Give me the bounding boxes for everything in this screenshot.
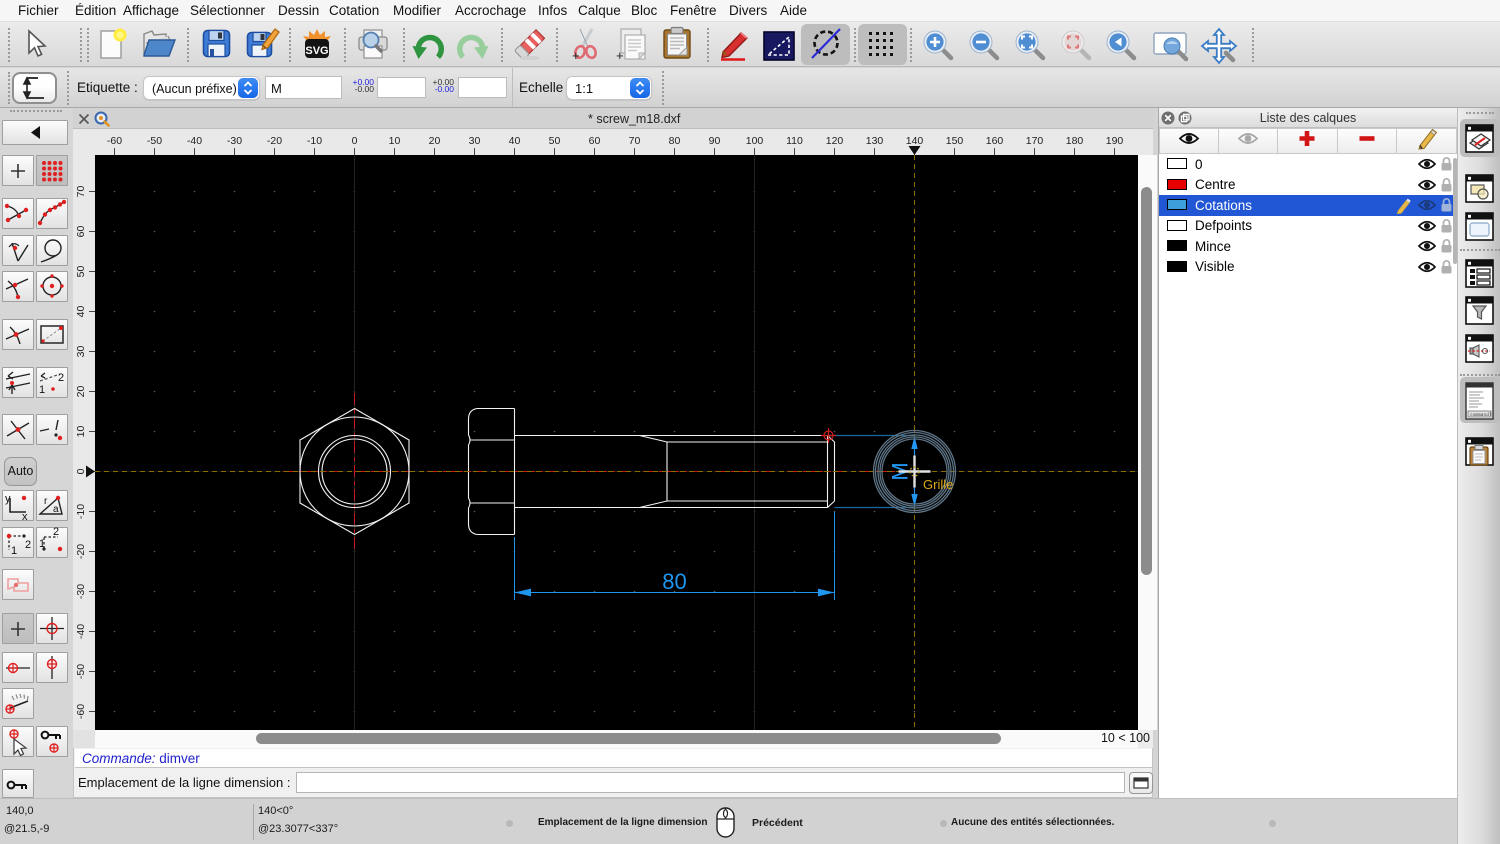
- svg-text:-60: -60: [75, 704, 87, 719]
- svg-text:-40: -40: [187, 135, 202, 147]
- svg-text:a: a: [53, 504, 59, 515]
- svg-text:-40: -40: [75, 624, 87, 639]
- svg-text:50: 50: [549, 135, 561, 147]
- svg-text:70: 70: [75, 186, 87, 198]
- svg-text:170: 170: [1026, 135, 1044, 147]
- svg-text:20: 20: [75, 386, 87, 398]
- svg-text:-50: -50: [75, 664, 87, 679]
- svg-text:150: 150: [946, 135, 964, 147]
- svg-text:1: 1: [11, 545, 17, 557]
- svg-text:110: 110: [786, 135, 803, 147]
- svg-text:80: 80: [662, 569, 686, 594]
- svg-text:commandl: commandl: [1470, 412, 1492, 418]
- svg-text:140: 140: [906, 135, 924, 147]
- svg-text:-20: -20: [75, 544, 87, 559]
- svg-text:0: 0: [75, 468, 87, 474]
- svg-text:-10: -10: [75, 504, 87, 519]
- svg-text:SVG: SVG: [305, 45, 328, 57]
- svg-text:1: 1: [39, 538, 45, 550]
- svg-text:160: 160: [986, 135, 1004, 147]
- svg-text:40: 40: [75, 306, 87, 318]
- svg-text:-10: -10: [307, 135, 322, 147]
- svg-text:-50: -50: [147, 135, 162, 147]
- svg-text:30: 30: [75, 346, 87, 358]
- svg-text:90: 90: [709, 135, 721, 147]
- svg-text:190: 190: [1106, 135, 1124, 147]
- svg-text:10: 10: [75, 426, 87, 438]
- svg-text:+: +: [572, 48, 580, 63]
- svg-text:2: 2: [58, 372, 64, 384]
- svg-text:-20: -20: [267, 135, 282, 147]
- svg-text:y: y: [5, 493, 11, 505]
- svg-text:100: 100: [746, 135, 764, 147]
- svg-text:40: 40: [509, 135, 521, 147]
- svg-text:120: 120: [826, 135, 844, 147]
- svg-text:2: 2: [53, 527, 59, 538]
- svg-text:-30: -30: [75, 584, 87, 599]
- svg-text:180: 180: [1066, 135, 1084, 147]
- svg-text:Grille: Grille: [923, 477, 953, 492]
- svg-text:-60: -60: [107, 135, 122, 147]
- svg-text:r: r: [44, 496, 48, 507]
- svg-text:70: 70: [629, 135, 641, 147]
- svg-text:x: x: [22, 511, 28, 521]
- svg-text:10: 10: [389, 135, 401, 147]
- svg-text:60: 60: [589, 135, 601, 147]
- svg-text:80: 80: [669, 135, 681, 147]
- svg-text:0: 0: [352, 135, 358, 147]
- svg-text:+: +: [616, 48, 624, 63]
- svg-text:20: 20: [429, 135, 441, 147]
- svg-text:-30: -30: [227, 135, 242, 147]
- svg-text:1: 1: [39, 384, 45, 396]
- svg-text:50: 50: [75, 266, 87, 278]
- svg-text:60: 60: [75, 226, 87, 238]
- svg-text:130: 130: [866, 135, 884, 147]
- svg-text:2: 2: [25, 539, 31, 551]
- svg-text:30: 30: [469, 135, 481, 147]
